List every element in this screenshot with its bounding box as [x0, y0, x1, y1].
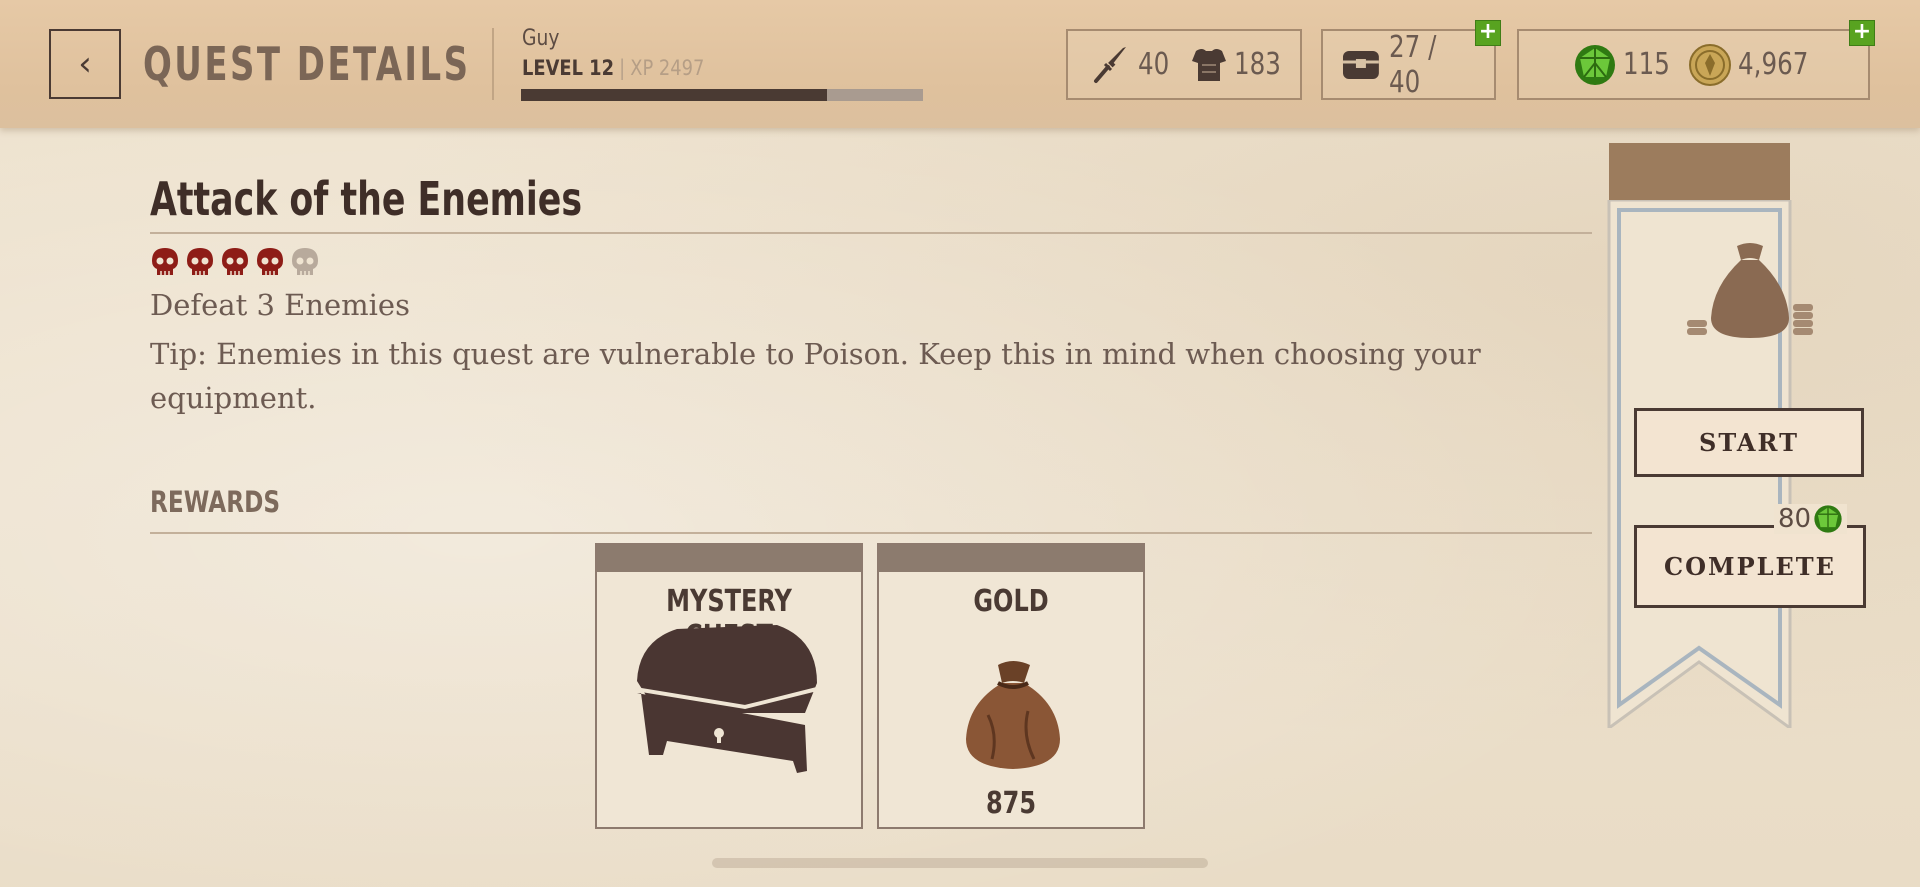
difficulty-rating	[150, 246, 320, 278]
reward-amount: 875	[985, 786, 1037, 821]
reward-label: GOLD	[973, 584, 1049, 619]
quest-objective: Defeat 3 Enemies	[150, 288, 410, 322]
reward-card-mystery-chest[interactable]: MYSTERY CHEST	[595, 543, 863, 829]
quest-title: Attack of the Enemies	[150, 172, 583, 226]
player-level: LEVEL 12	[522, 56, 615, 80]
reward-card-header	[597, 545, 861, 572]
currency-stat[interactable]: 115 4,967	[1517, 29, 1870, 100]
attack-value: 40	[1138, 47, 1170, 82]
banner-top	[1609, 143, 1790, 200]
skull-icon-filled	[257, 248, 283, 275]
inventory-stat[interactable]: 27 / 40	[1321, 29, 1496, 100]
level-separator: |	[619, 56, 626, 80]
gold-count: 4,967	[1738, 47, 1809, 82]
chevron-left-icon: ‹	[78, 44, 92, 84]
gold-coin-icon	[1689, 43, 1732, 86]
complete-button[interactable]: COMPLETE	[1634, 525, 1866, 608]
complete-cost: 80	[1774, 504, 1848, 534]
page-title: QUEST DETAILS	[143, 37, 471, 91]
complete-cost-value: 80	[1778, 504, 1812, 534]
armor-icon	[1192, 48, 1227, 81]
armor-value: 183	[1234, 47, 1282, 82]
title-divider	[150, 232, 1592, 234]
add-inventory-button[interactable]: +	[1475, 20, 1501, 46]
skull-icon-filled	[222, 248, 248, 275]
top-bar: ‹ QUEST DETAILS Guy LEVEL 12 | XP 2497 40 …	[0, 0, 1920, 128]
start-button[interactable]: START	[1634, 408, 1864, 477]
sword-icon	[1094, 46, 1126, 83]
reward-card-gold[interactable]: GOLD 875	[877, 543, 1145, 829]
inventory-count: 27 / 40	[1388, 29, 1437, 100]
player-xp: XP 2497	[630, 56, 705, 80]
home-indicator	[712, 858, 1208, 868]
add-currency-button[interactable]: +	[1849, 20, 1875, 46]
money-bag-icon	[1687, 243, 1813, 338]
skull-icon-empty	[292, 248, 318, 275]
xp-progress-fill	[521, 89, 827, 101]
inventory-chest-icon	[1342, 50, 1379, 79]
gem-icon	[1814, 505, 1842, 533]
mystery-chest-icon	[634, 625, 818, 773]
level-row: LEVEL 12 | XP 2497	[522, 56, 704, 80]
skull-icon-filled	[187, 248, 213, 275]
player-name: Guy	[522, 26, 560, 51]
rewards-heading: REWARDS	[150, 485, 281, 519]
header-divider	[492, 28, 494, 100]
xp-progress-bar	[521, 89, 923, 101]
gem-icon	[1575, 44, 1615, 85]
reward-card-header	[879, 545, 1143, 572]
skull-icon-filled	[152, 248, 178, 275]
back-button[interactable]: ‹	[49, 29, 121, 99]
rewards-divider	[150, 532, 1592, 534]
quest-tip: Tip: Enemies in this quest are vulnerabl…	[150, 337, 1481, 415]
gold-bag-icon	[966, 661, 1060, 769]
gem-count: 115	[1623, 47, 1670, 82]
combat-stats[interactable]: 40 183	[1066, 29, 1302, 100]
